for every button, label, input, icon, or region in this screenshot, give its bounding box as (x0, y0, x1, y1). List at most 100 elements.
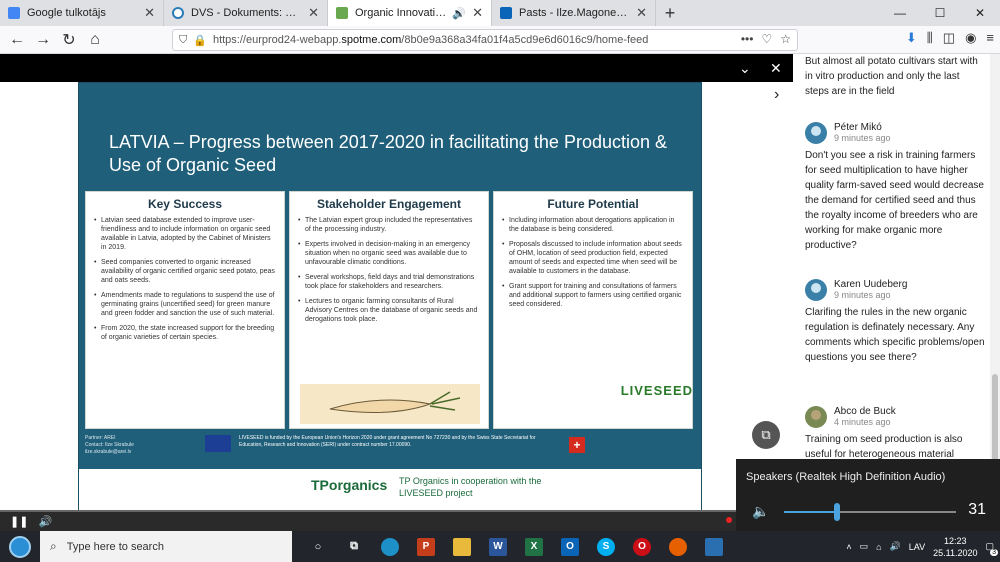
firefox-icon[interactable] (660, 531, 696, 562)
volume-icon[interactable]: 🔊 (38, 515, 52, 528)
tab-organic-innovation-days[interactable]: Organic Innovation Days - S 🔊 ✕ (328, 0, 492, 26)
carrot-illustration (300, 384, 480, 424)
comment-text: Training om seed production is also usef… (805, 434, 963, 460)
clock-time: 12:23 (944, 535, 967, 546)
notification-icon[interactable]: ▢ 3 (985, 541, 998, 556)
volume-slider-thumb[interactable] (834, 503, 841, 521)
list-item: The Latvian expert group included the re… (298, 216, 480, 234)
comment-item: Karen Uudeberg 9 minutes ago Clarifing t… (805, 279, 985, 365)
excel-icon[interactable]: X (516, 531, 552, 562)
list-item: Seed companies converted to organic incr… (94, 258, 276, 285)
minimize-button[interactable]: — (880, 0, 920, 26)
close-icon[interactable]: ✕ (636, 5, 647, 21)
tab-google-translate[interactable]: Google tulkotājs ✕ (0, 0, 164, 26)
skype-icon[interactable]: S (588, 531, 624, 562)
speaker-icon[interactable]: 🔈 (752, 503, 769, 520)
video-player[interactable]: ⌄ ✕ › LATVIA – Progress between 2017-202… (0, 54, 793, 531)
account-icon[interactable]: ◉ (965, 30, 976, 46)
reload-button[interactable]: ↻ (56, 27, 82, 53)
navigation-bar: ← → ↻ ⌂ ⛉ 🔒 https://eurprod24-webapp.spo… (0, 26, 1000, 54)
scrollbar-thumb[interactable] (992, 374, 998, 464)
edge-icon[interactable] (372, 531, 408, 562)
word-icon[interactable]: W (480, 531, 516, 562)
tab-outlook-mail[interactable]: Pasts - Ilze.Magone@zm.gov.lv ✕ (492, 0, 656, 26)
video-top-band (0, 54, 793, 82)
forward-button[interactable]: → (30, 27, 56, 53)
home-button[interactable]: ⌂ (82, 27, 108, 53)
comment-author[interactable]: Karen Uudeberg (834, 279, 907, 290)
lock-icon[interactable]: 🔒 (193, 34, 207, 47)
list-item: Grant support for training and consultat… (502, 282, 684, 309)
column-heading: Stakeholder Engagement (316, 197, 462, 211)
presentation-slide: LATVIA – Progress between 2017-2020 in f… (78, 82, 702, 512)
close-icon[interactable]: ✕ (144, 5, 155, 21)
tporganics-text: TP Organics in cooperation with the LIVE… (399, 476, 542, 498)
page-actions-icon[interactable]: ••• (741, 32, 754, 46)
partner-contact: Partner: AREI Contact: Ilze Skrabule ilz… (85, 435, 134, 455)
comment-time: 4 minutes ago (834, 417, 891, 427)
sidebar-icon[interactable]: ◫ (943, 30, 955, 46)
speaker-icon[interactable]: 🔊 (452, 7, 466, 20)
taskbar: ⌕ Type here to search ○ ⧉ P W X O S O ˄ … (0, 531, 1000, 562)
comment-text: But almost all potato cultivars start wi… (805, 56, 978, 97)
column-heading: Future Potential (547, 197, 639, 211)
comment-author[interactable]: Péter Mikó (834, 122, 891, 133)
address-bar[interactable]: ⛉ 🔒 https://eurprod24-webapp.spotme.com/… (172, 29, 798, 51)
comment-continuation: But almost all potato cultivars start wi… (805, 54, 985, 99)
chevron-up-icon[interactable]: ˄ (846, 542, 851, 552)
task-view-icon[interactable]: ⧉ (336, 531, 372, 562)
battery-icon[interactable]: ▭ (860, 541, 869, 552)
tab-dvs-document[interactable]: DVS - Dokuments: nav reģistrēts ✕ (164, 0, 328, 26)
bookmark-star-icon[interactable]: ☆ (780, 32, 791, 46)
photos-icon[interactable] (696, 531, 732, 562)
list-item: Amendments made to regulations to suspen… (94, 291, 276, 318)
swiss-flag-icon: + (569, 437, 585, 453)
close-icon[interactable]: ✕ (308, 5, 319, 21)
chevron-right-icon[interactable]: › (774, 86, 779, 104)
list-item: Several workshops, field days and trial … (298, 273, 480, 291)
comment-author[interactable]: Abco de Buck (834, 406, 896, 417)
menu-icon[interactable]: ≡ (986, 30, 994, 46)
pocket-icon[interactable]: ♡ (761, 32, 772, 46)
file-explorer-icon[interactable] (444, 531, 480, 562)
opera-icon[interactable]: O (624, 531, 660, 562)
clock-date: 25.11.2020 (933, 547, 978, 558)
outlook-icon[interactable]: O (552, 531, 588, 562)
close-icon[interactable]: ✕ (770, 60, 782, 77)
comment-text: Clarifing the rules in the new organic r… (805, 307, 985, 363)
comment-item: Abco de Buck 4 minutes ago Training om s… (805, 406, 985, 462)
library-icon[interactable]: ⫼ (927, 30, 933, 46)
clock[interactable]: 12:23 25.11.2020 (933, 535, 977, 559)
powerpoint-icon[interactable]: P (408, 531, 444, 562)
avatar (805, 279, 827, 301)
system-tray: ˄ ▭ ⌂ 🔊 LAV 12:23 25.11.2020 ▢ 3 (846, 531, 998, 562)
url-text: https://eurprod24-webapp.spotme.com/8b0e… (212, 34, 649, 46)
start-button[interactable] (0, 531, 40, 562)
maximize-button[interactable]: ☐ (920, 0, 960, 26)
pause-icon[interactable]: ❚❚ (10, 515, 28, 528)
shield-icon[interactable]: ⛉ (179, 34, 187, 47)
language-indicator[interactable]: LAV (909, 542, 925, 552)
back-button[interactable]: ← (4, 27, 30, 53)
comment-time: 9 minutes ago (834, 290, 891, 300)
funding-note: LIVESEED is funded by the European Union… (239, 435, 536, 448)
list-item: From 2020, the state increased support f… (94, 324, 276, 342)
volume-tray-icon[interactable]: 🔊 (890, 541, 901, 552)
download-icon[interactable]: ⬇ (906, 30, 917, 46)
avatar (805, 406, 827, 428)
video-controls: ❚❚ 🔊 (0, 512, 793, 531)
column-heading: Key Success (147, 197, 223, 211)
close-icon[interactable]: ✕ (472, 5, 483, 21)
tporganics-logo: TPorganics (311, 477, 388, 493)
tab-bar: Google tulkotājs ✕ DVS - Dokuments: nav … (0, 0, 1000, 26)
comment-item: Péter Mikó 9 minutes ago Don't you see a… (805, 122, 985, 253)
taskbar-search[interactable]: ⌕ Type here to search (40, 531, 292, 562)
new-tab-button[interactable]: + (656, 0, 684, 26)
close-window-button[interactable]: ✕ (960, 0, 1000, 26)
network-icon[interactable]: ⌂ (876, 542, 881, 552)
tab-title: Google tulkotājs (27, 7, 106, 19)
picture-in-picture-icon[interactable]: ⧉ (752, 421, 780, 449)
collapse-chevron-icon[interactable]: ⌄ (739, 60, 751, 77)
cortana-icon[interactable]: ○ (300, 531, 336, 562)
window-controls: — ☐ ✕ (880, 0, 1000, 26)
